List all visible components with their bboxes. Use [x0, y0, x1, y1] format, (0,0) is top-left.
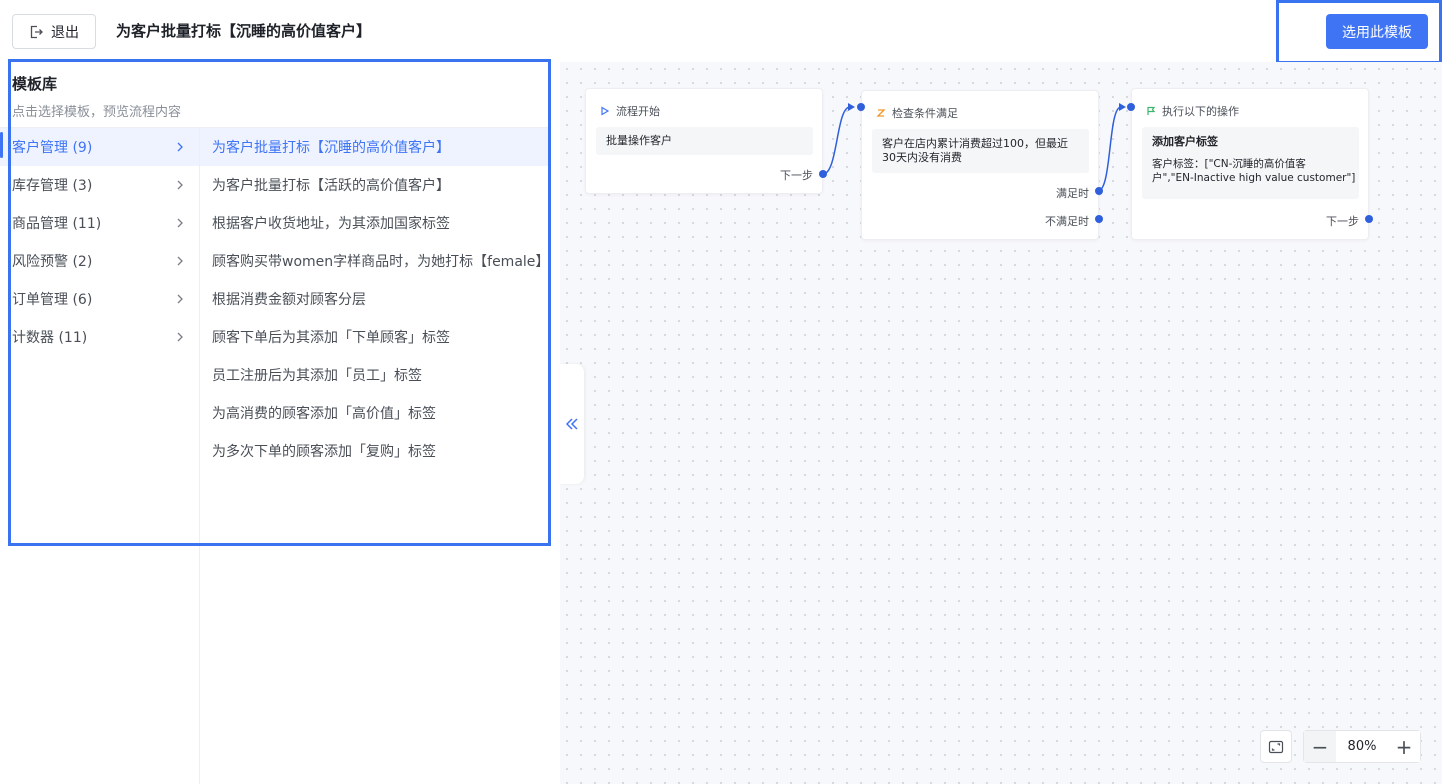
- condition-text-line1: 客户在店内累计消费超过100，但最近: [882, 137, 1068, 150]
- category-label: 客户管理 (9): [12, 140, 93, 156]
- chevron-right-icon: [177, 180, 183, 190]
- chevron-right-icon: [177, 218, 183, 228]
- flow-start-next-label: 下一步: [780, 169, 813, 182]
- category-label: 商品管理 (11): [12, 216, 102, 232]
- start-output-port[interactable]: [819, 170, 827, 178]
- fit-view-button[interactable]: [1260, 730, 1292, 763]
- action-detail-line1: 客户标签：["CN-沉睡的高价值客: [1152, 158, 1306, 170]
- zoom-level: 80%: [1347, 739, 1377, 754]
- flow-start-title: 流程开始: [616, 105, 660, 118]
- template-item[interactable]: 顾客下单后为其添加「下单顾客」标签: [200, 318, 550, 356]
- template-item[interactable]: 顾客购买带women字样商品时，为她打标【female】: [200, 242, 550, 280]
- zoom-out-button[interactable]: −: [1304, 731, 1336, 762]
- branch-icon: [876, 109, 886, 117]
- template-item[interactable]: 根据消费金额对顾客分层: [200, 280, 550, 318]
- category-products[interactable]: 商品管理 (11): [0, 204, 199, 242]
- chevron-right-icon: [177, 332, 183, 342]
- category-customer[interactable]: 客户管理 (9): [0, 128, 199, 166]
- template-item[interactable]: 为客户批量打标【沉睡的高价值客户】: [200, 128, 550, 166]
- condition-no-label: 不满足时: [1045, 215, 1089, 228]
- exit-icon: [30, 25, 43, 38]
- condition-title: 检查条件满足: [892, 107, 958, 120]
- chevron-right-icon: [177, 256, 183, 266]
- action-detail-line2: 户","EN-Inactive high value customer"]: [1152, 172, 1356, 184]
- action-body-title: 添加客户标签: [1152, 135, 1218, 148]
- exit-label: 退出: [51, 24, 79, 41]
- library-subtitle: 点击选择模板，预览流程内容: [12, 105, 182, 120]
- condition-text-line2: 30天内没有消费: [882, 151, 962, 164]
- flag-icon: [1147, 106, 1156, 115]
- action-next-label: 下一步: [1326, 215, 1359, 228]
- use-template-button[interactable]: 选用此模板: [1326, 14, 1428, 49]
- category-label: 订单管理 (6): [12, 292, 93, 308]
- action-output-port[interactable]: [1365, 215, 1373, 223]
- category-risk-alert[interactable]: 风险预警 (2): [0, 242, 199, 280]
- play-icon: [601, 106, 610, 116]
- condition-yes-label: 满足时: [1056, 187, 1089, 200]
- top-bar: 退出 为客户批量打标【沉睡的高价值客户】 选用此模板: [0, 0, 1442, 64]
- template-item[interactable]: 根据客户收货地址，为其添加国家标签: [200, 204, 550, 242]
- template-item[interactable]: 为高消费的顾客添加「高价值」标签: [200, 394, 550, 432]
- library-title: 模板库: [12, 75, 58, 93]
- category-label: 风险预警 (2): [12, 254, 93, 270]
- condition-header: 检查条件满足: [876, 105, 958, 121]
- flow-start-node[interactable]: 流程开始 批量操作客户 下一步: [585, 88, 823, 194]
- template-item[interactable]: 为多次下单的顾客添加「复购」标签: [200, 432, 550, 470]
- condition-node[interactable]: 检查条件满足 客户在店内累计消费超过100，但最近 30天内没有消费 满足时 不…: [861, 90, 1099, 240]
- category-label: 计数器 (11): [12, 330, 88, 346]
- collapse-panel-handle[interactable]: [560, 364, 584, 484]
- double-chevron-left-icon: [565, 418, 578, 430]
- chevron-right-icon: [177, 294, 183, 304]
- category-counter[interactable]: 计数器 (11): [0, 318, 199, 356]
- condition-input-port[interactable]: [857, 103, 865, 111]
- zoom-in-button[interactable]: +: [1388, 731, 1420, 762]
- action-input-port[interactable]: [1127, 103, 1135, 111]
- category-label: 库存管理 (3): [12, 178, 93, 194]
- category-inventory[interactable]: 库存管理 (3): [0, 166, 199, 204]
- condition-no-port[interactable]: [1095, 215, 1103, 223]
- action-node[interactable]: 执行以下的操作 添加客户标签 客户标签：["CN-沉睡的高价值客 户","EN-…: [1131, 88, 1369, 240]
- action-header: 执行以下的操作: [1146, 103, 1239, 119]
- condition-body: 客户在店内累计消费超过100，但最近 30天内没有消费: [872, 129, 1089, 173]
- flow-start-header: 流程开始: [600, 103, 660, 119]
- exit-button[interactable]: 退出: [12, 14, 96, 49]
- category-active-indicator: [0, 132, 3, 158]
- fit-view-icon: [1268, 740, 1284, 753]
- action-title: 执行以下的操作: [1162, 105, 1239, 118]
- page-title: 为客户批量打标【沉睡的高价值客户】: [116, 22, 372, 40]
- chevron-right-icon: [177, 142, 183, 152]
- condition-yes-port[interactable]: [1095, 187, 1103, 195]
- zoom-control: − 80% +: [1303, 730, 1421, 763]
- action-body: 添加客户标签 客户标签：["CN-沉睡的高价值客 户","EN-Inactive…: [1142, 127, 1359, 199]
- template-item[interactable]: 员工注册后为其添加「员工」标签: [200, 356, 550, 394]
- flow-start-body: 批量操作客户: [596, 127, 813, 155]
- template-item[interactable]: 为客户批量打标【活跃的高价值客户】: [200, 166, 550, 204]
- category-orders[interactable]: 订单管理 (6): [0, 280, 199, 318]
